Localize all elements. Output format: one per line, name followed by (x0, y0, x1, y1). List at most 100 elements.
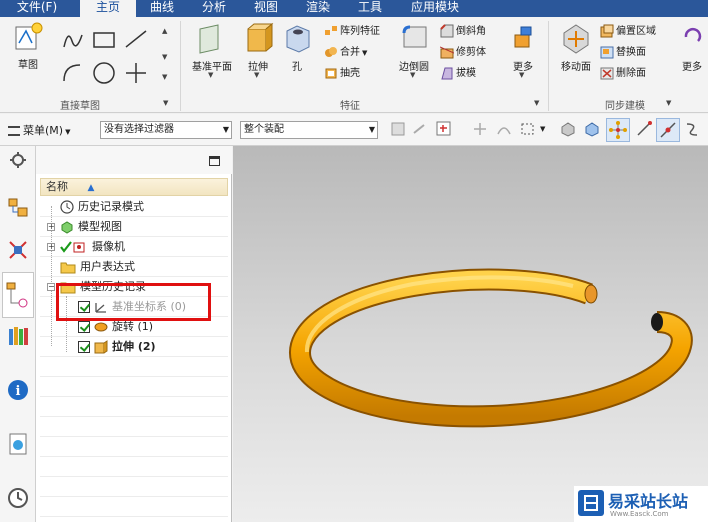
group-dropdown-sketch[interactable]: ▼ (163, 99, 168, 107)
rectangle-select-icon[interactable] (520, 121, 536, 137)
circle-icon[interactable] (93, 62, 115, 84)
column-header-name[interactable]: 名称 ▲ (40, 178, 228, 196)
reuse-library-icon[interactable] (6, 324, 30, 348)
history-clock-icon[interactable] (6, 486, 30, 510)
delete-face-button[interactable]: 删除面 (600, 65, 646, 83)
tab-analysis[interactable]: 分析 (192, 0, 236, 17)
info-icon[interactable]: i (6, 378, 30, 402)
datum-plane-dropdown[interactable]: ▼ (208, 71, 213, 79)
draft-label: 拔模 (456, 68, 476, 79)
tree-empty-row (40, 357, 228, 377)
tree-item-cameras[interactable]: + 摄像机 (40, 237, 228, 257)
sketch-tools-icons (63, 30, 147, 84)
assembly-navigator-icon[interactable] (6, 196, 30, 220)
studio-spline-icon[interactable] (63, 34, 83, 48)
tab-tools[interactable]: 工具 (350, 0, 390, 17)
type-filter-select[interactable]: 没有选择过滤器 ▼ (100, 121, 232, 139)
constraint-navigator-icon[interactable] (6, 238, 30, 262)
point-snap-icon[interactable] (472, 121, 488, 137)
chevron-down-icon: ▼ (222, 125, 229, 134)
watermark-subtitle: Www.Easck.Com (610, 510, 669, 518)
more-sync-button[interactable]: 更多 (676, 21, 708, 73)
midpoint-toggle[interactable] (656, 118, 680, 142)
snap-icon[interactable] (390, 121, 406, 137)
tab-view[interactable]: 视图 (246, 0, 286, 17)
curve-rule-icon[interactable] (496, 121, 512, 137)
snap-point-toggle[interactable] (606, 118, 630, 142)
shell-button[interactable]: 抽壳 (324, 65, 360, 83)
endpoint-icon[interactable] (636, 121, 652, 137)
rectangle-icon[interactable] (93, 32, 115, 48)
tab-curve[interactable]: 曲线 (140, 0, 184, 17)
solid-body-icon[interactable] (560, 121, 576, 137)
extrude-icon (94, 340, 108, 354)
draft-icon (441, 67, 453, 80)
trim-body-label: 修剪体 (456, 47, 486, 58)
offset-region-button[interactable]: 偏置区域 (600, 23, 656, 41)
more-features-button[interactable]: 更多 ▼ (504, 21, 542, 79)
arc-icon[interactable] (63, 64, 81, 82)
settings-icon[interactable] (6, 150, 30, 174)
sketch-gallery-expand[interactable]: ▼ (162, 73, 167, 81)
datum-plane-button[interactable]: 基准平面 ▼ (186, 21, 238, 79)
group-label-sync-modeling: 同步建模 (605, 101, 645, 112)
hole-button[interactable]: 孔 (280, 21, 314, 73)
visibility-checkbox[interactable] (78, 341, 90, 353)
menu-button[interactable]: 菜单(M) ▼ (8, 122, 70, 138)
scope-select[interactable]: 整个装配 ▼ (240, 121, 378, 139)
tree-item-user-expressions[interactable]: 用户表达式 (40, 257, 228, 277)
edge-blend-button[interactable]: 边倒圆 ▼ (394, 21, 434, 79)
snap-point-icon (609, 121, 627, 139)
more-features-dropdown[interactable]: ▼ (519, 71, 524, 79)
edge-blend-dropdown[interactable]: ▼ (410, 71, 415, 79)
extrude-button[interactable]: 拉伸 ▼ (240, 21, 276, 79)
menu-tab-bar: 文件(F) 主页 曲线 分析 视图 渲染 工具 应用模块 (0, 0, 708, 17)
trim-body-button[interactable]: 修剪体 (439, 44, 486, 62)
snap-arrow-icon[interactable] (412, 121, 428, 137)
sketch-button[interactable]: 草图 (8, 21, 48, 71)
line-icon[interactable] (125, 30, 147, 48)
tab-render[interactable]: 渲染 (296, 0, 340, 17)
selection-toolbar: 菜单(M) ▼ 没有选择过滤器 ▼ 整个装配 ▼ ▼ (0, 114, 708, 146)
datum-plane-icon (199, 24, 219, 54)
pattern-feature-button[interactable]: 阵列特征 (324, 23, 380, 41)
revolve-icon (94, 322, 108, 332)
draft-button[interactable]: 拔模 (440, 65, 476, 83)
sketch-gallery-up[interactable]: ▲ (162, 27, 167, 35)
shell-icon (325, 68, 337, 79)
maximize-icon[interactable] (209, 156, 220, 166)
collapse-icon[interactable]: − (47, 283, 55, 291)
tree-item-model-views[interactable]: + 模型视图 (40, 217, 228, 237)
move-face-button[interactable]: 移动面 (556, 21, 596, 73)
graphics-viewport[interactable] (233, 146, 708, 522)
expand-icon[interactable]: + (47, 223, 55, 231)
unite-button[interactable]: 合并 ▼ (324, 44, 367, 62)
feature-select-icon[interactable] (584, 121, 600, 137)
tab-home[interactable]: 主页 (80, 0, 136, 17)
tab-file[interactable]: 文件(F) (8, 0, 66, 17)
sketch-gallery-down[interactable]: ▼ (162, 53, 167, 61)
unite-label: 合并 (340, 47, 360, 58)
web-browser-icon[interactable] (6, 432, 30, 456)
tab-application[interactable]: 应用模块 (400, 0, 470, 17)
menu-label: 菜单(M) (23, 124, 64, 137)
annotation-highlight-box (56, 283, 211, 321)
group-dropdown-sync[interactable]: ▼ (666, 99, 671, 107)
delete-face-label: 删除面 (616, 68, 646, 79)
point-icon[interactable] (126, 63, 146, 83)
expand-icon[interactable]: + (47, 243, 55, 251)
selection-intent-icon[interactable] (436, 121, 452, 137)
unite-dropdown[interactable]: ▼ (362, 49, 367, 57)
tree-item-history-mode[interactable]: 历史记录模式 (40, 197, 228, 217)
group-dropdown-feature[interactable]: ▼ (534, 99, 539, 107)
select-mode-dropdown[interactable]: ▼ (540, 125, 545, 133)
part-navigator-icon (6, 282, 28, 308)
extrude-dropdown[interactable]: ▼ (254, 71, 259, 79)
replace-face-button[interactable]: 替换面 (600, 44, 646, 62)
control-point-icon[interactable] (684, 121, 700, 137)
tree-item-extrude[interactable]: 拉伸 (2) (40, 337, 228, 357)
visibility-checkbox[interactable] (78, 321, 90, 333)
menu-dropdown-icon: ▼ (65, 128, 71, 136)
chamfer-button[interactable]: 倒斜角 (440, 23, 486, 41)
part-navigator-tab[interactable] (2, 272, 34, 318)
